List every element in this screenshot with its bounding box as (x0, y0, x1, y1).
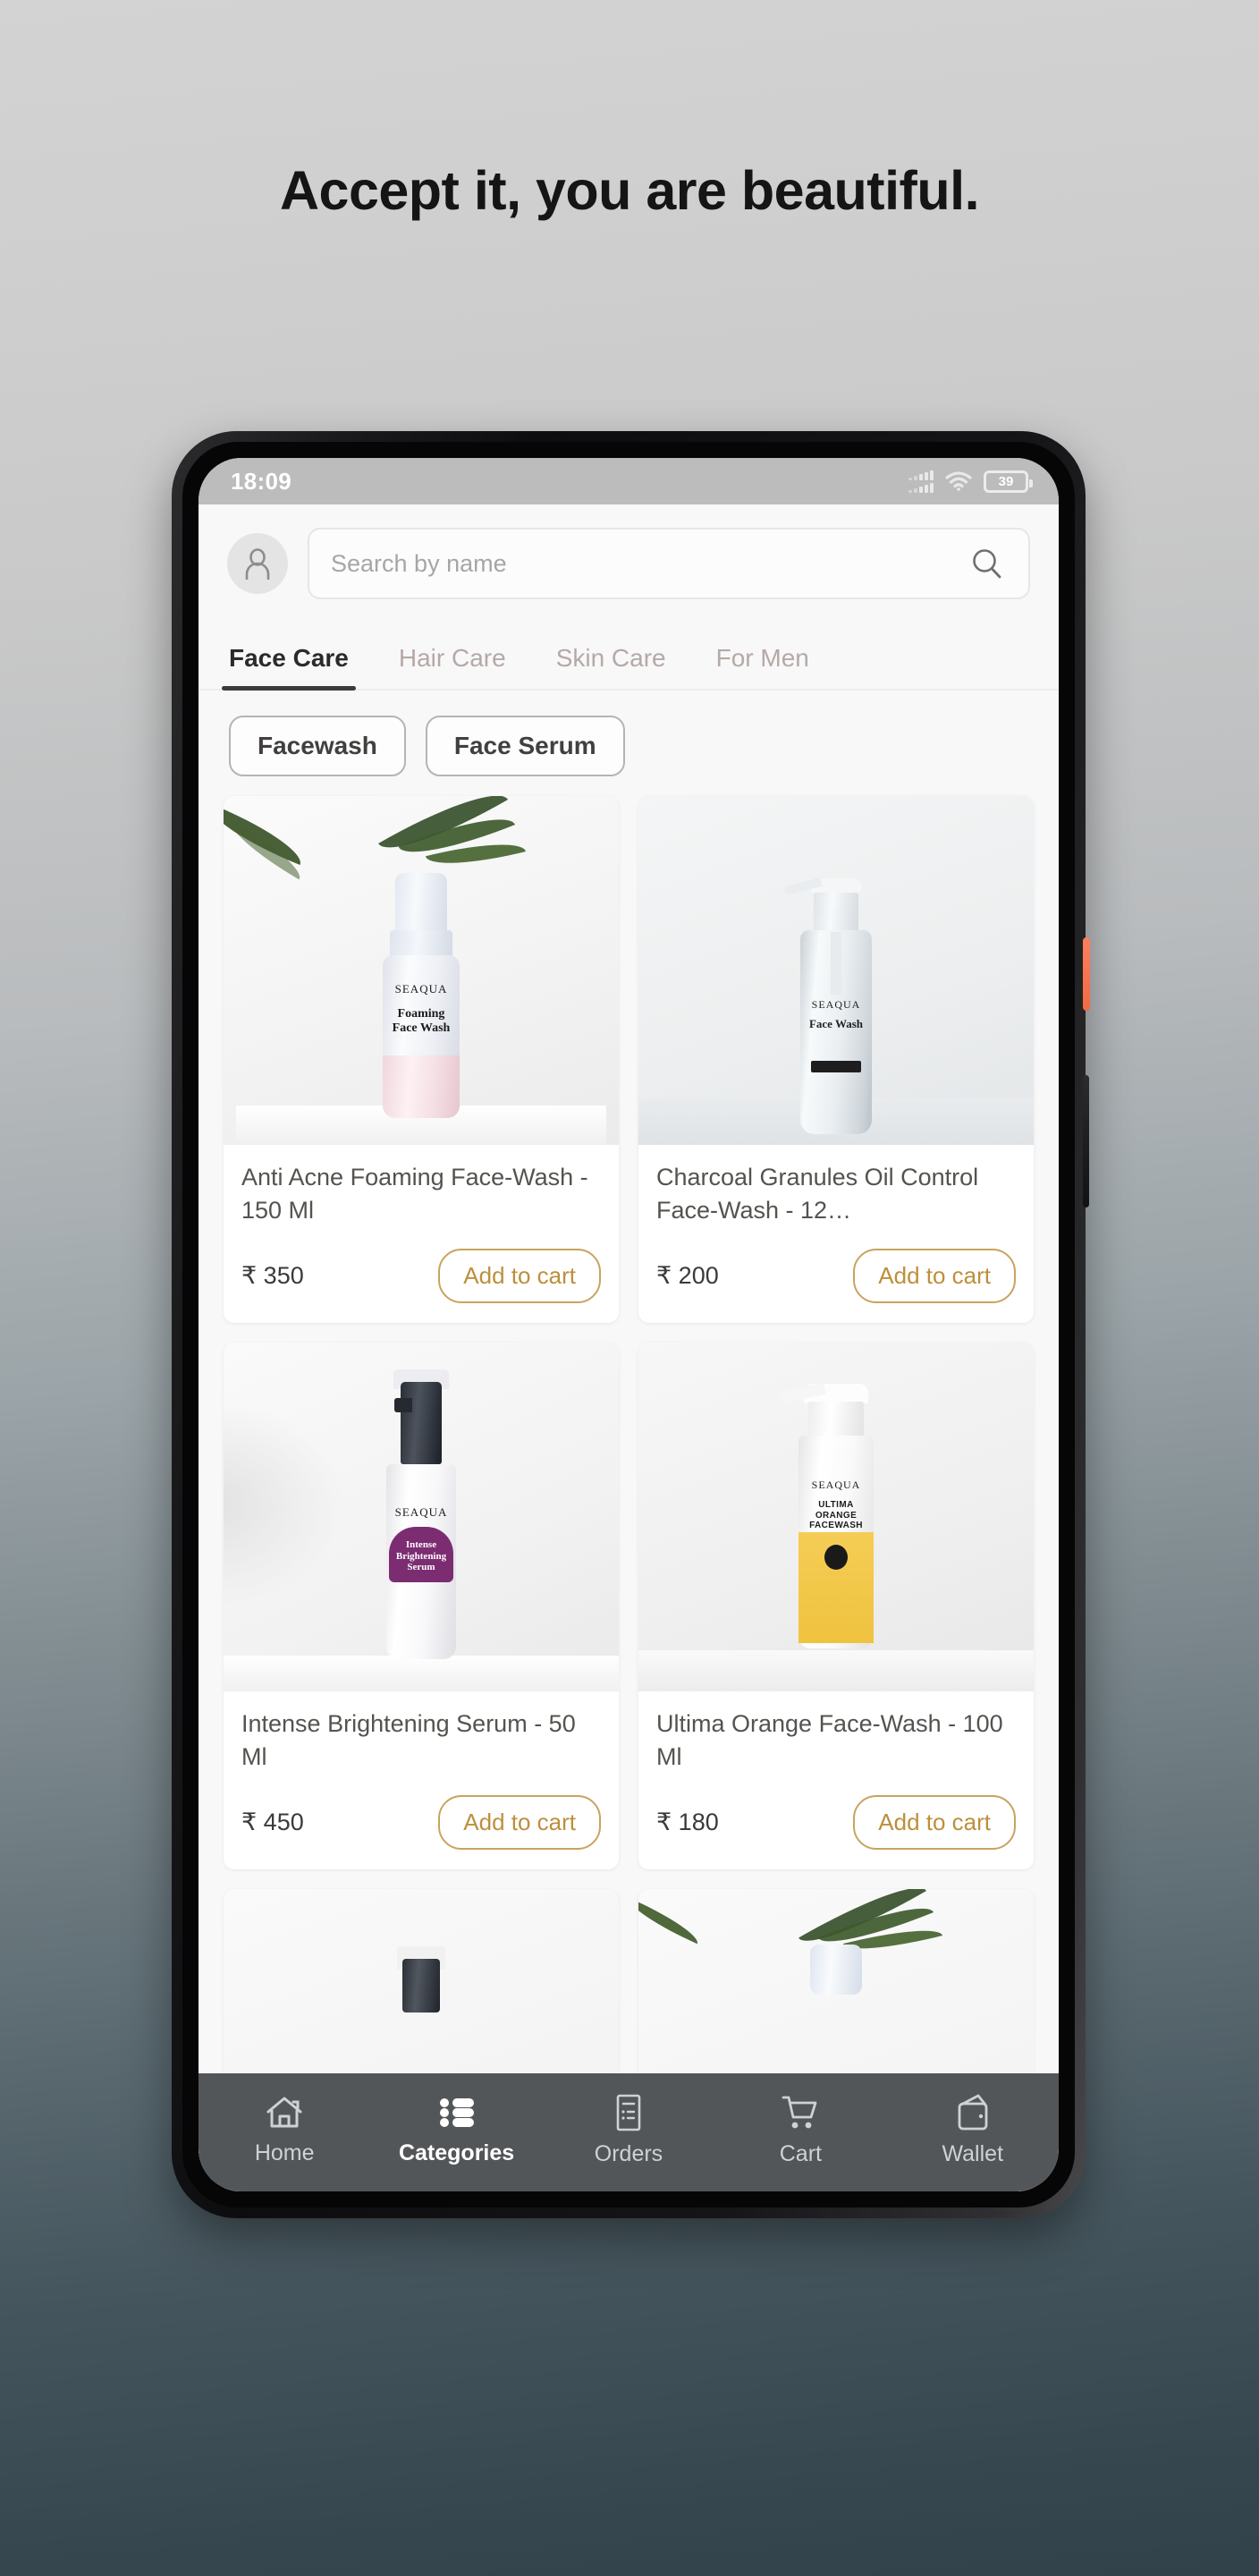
avatar[interactable] (227, 533, 288, 594)
tab-hair-care[interactable]: Hair Care (399, 631, 506, 689)
chip-facewash[interactable]: Facewash (229, 716, 406, 776)
phone-mockup: 18:09 39 Search by name Face Care Hair C… (172, 431, 1090, 2218)
list-icon (439, 2097, 474, 2127)
product-price: ₹ 200 (656, 1262, 719, 1289)
product-price: ₹ 180 (656, 1809, 719, 1835)
nav-item-home[interactable]: Home (199, 2094, 370, 2166)
wifi-icon (945, 471, 972, 491)
power-button[interactable] (1083, 937, 1090, 1011)
volume-button[interactable] (1083, 1075, 1089, 1208)
battery-level: 39 (998, 473, 1014, 489)
product-title: Intense Brightening Serum - 50 Ml (241, 1710, 576, 1771)
tab-face-care[interactable]: Face Care (222, 631, 356, 691)
page-title: Accept it, you are beautiful. (279, 160, 980, 221)
home-icon (266, 2097, 302, 2127)
product-image: SEAQUA ULTIMA ORANGE FACEWASH (638, 1343, 1034, 1691)
wallet-icon (958, 2094, 988, 2130)
nav-label: Categories (398, 2140, 515, 2165)
nav-item-wallet[interactable]: Wallet (887, 2093, 1059, 2167)
product-title: Ultima Orange Face-Wash - 100 Ml (656, 1710, 1003, 1771)
status-time: 18:09 (231, 467, 292, 495)
bottom-navigation: Home Categories Orders Cart Wallet (199, 2073, 1059, 2191)
nav-item-categories[interactable]: Categories (370, 2094, 542, 2166)
nav-item-orders[interactable]: Orders (543, 2093, 714, 2167)
nav-label: Home (254, 2140, 315, 2165)
phone-screen: 18:09 39 Search by name Face Care Hair C… (199, 458, 1059, 2191)
product-image: SEAQUA Foaming Face Wash (224, 796, 619, 1145)
user-avatar-icon (245, 548, 270, 580)
product-card[interactable]: SEAQUA Face Wash Charcoal Granules Oil C… (638, 796, 1034, 1323)
orders-icon (616, 2094, 641, 2131)
product-card[interactable]: SEAQUA Foaming Face Wash Anti Acne Foamin… (224, 796, 619, 1323)
nav-label: Cart (779, 2140, 822, 2166)
product-grid: SEAQUA Foaming Face Wash Anti Acne Foamin… (199, 796, 1059, 2191)
add-to-cart-button[interactable]: Add to cart (438, 1795, 601, 1850)
product-title: Anti Acne Foaming Face-Wash - 150 Ml (241, 1164, 588, 1224)
cart-icon (782, 2096, 817, 2128)
product-image: SEAQUA Face Wash (638, 796, 1034, 1145)
tab-for-men[interactable]: For Men (716, 631, 809, 689)
nav-label: Orders (594, 2140, 663, 2166)
status-icons: 39 (908, 470, 1033, 493)
add-to-cart-button[interactable]: Add to cart (853, 1795, 1016, 1850)
product-card[interactable]: SEAQUA Intense Brightening Serum Intense B… (224, 1343, 619, 1869)
product-title: Charcoal Granules Oil Control Face-Wash … (656, 1164, 979, 1224)
search-icon[interactable] (969, 546, 1005, 581)
tab-skin-care[interactable]: Skin Care (556, 631, 666, 689)
product-image: SEAQUA Intense Brightening Serum (224, 1343, 619, 1691)
status-bar: 18:09 39 (199, 458, 1059, 504)
nav-item-cart[interactable]: Cart (714, 2093, 886, 2167)
filter-chips: Facewash Face Serum (199, 691, 1059, 796)
signal-bars-icon (908, 470, 934, 493)
app-content: Search by name Face Care Hair Care Skin … (199, 504, 1059, 2191)
product-card[interactable]: SEAQUA ULTIMA ORANGE FACEWASH Ultima Oran… (638, 1343, 1034, 1869)
header-bar: Search by name (199, 504, 1059, 617)
search-placeholder: Search by name (331, 549, 507, 577)
chip-face-serum[interactable]: Face Serum (425, 716, 625, 776)
category-tabs: Face Care Hair Care Skin Care For Men (199, 617, 1059, 691)
product-price: ₹ 450 (241, 1809, 304, 1835)
search-input[interactable]: Search by name (308, 528, 1030, 599)
add-to-cart-button[interactable]: Add to cart (853, 1249, 1016, 1303)
nav-label: Wallet (942, 2140, 1004, 2166)
battery-icon: 39 (984, 470, 1033, 493)
add-to-cart-button[interactable]: Add to cart (438, 1249, 601, 1303)
product-price: ₹ 350 (241, 1262, 304, 1289)
